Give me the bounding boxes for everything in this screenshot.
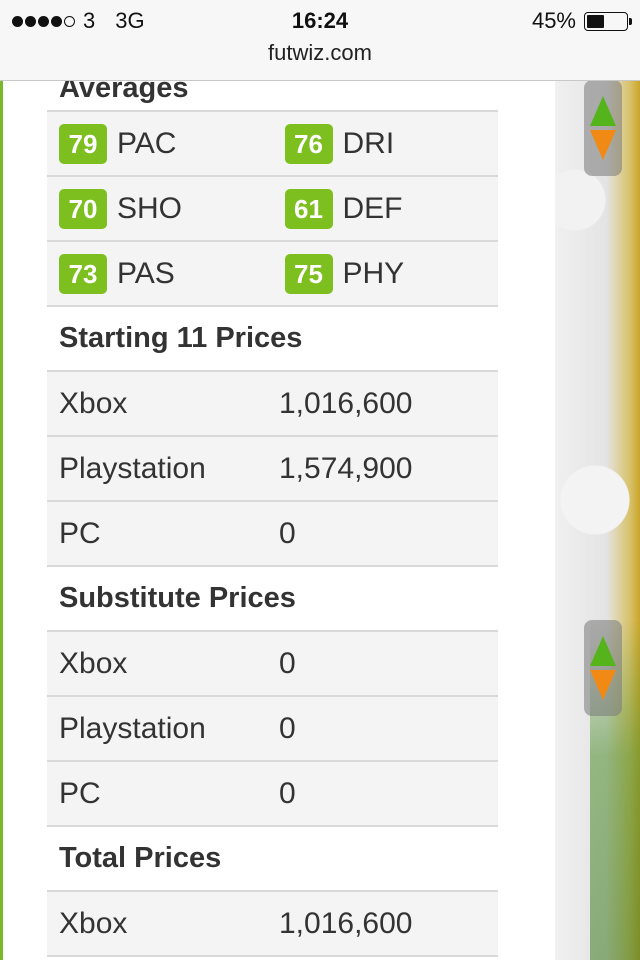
price-row: Xbox 0 [47,632,498,697]
price-value: 0 [279,516,296,550]
averages-row: 73 PAS 75 PHY [47,242,498,307]
left-accent-bar [0,80,3,960]
platform-label: PC [59,776,101,810]
stat-cell: 70 SHO [47,188,273,229]
platform-label: Xbox [59,386,128,420]
platform-label: Xbox [59,646,128,680]
scroll-control-top[interactable] [584,80,622,176]
stat-cell: 75 PHY [273,253,499,294]
url-bar[interactable]: futwiz.com [0,40,640,66]
averages-row: 79 PAC 76 DRI [47,112,498,177]
scroll-control-bottom[interactable] [584,620,622,716]
price-row: Xbox 1,016,600 [47,372,498,437]
stat-label: DRI [342,126,395,160]
price-value: 1,016,600 [279,386,413,420]
starting-prices-heading: Starting 11 Prices [47,307,498,372]
stat-badge: 73 [59,253,107,294]
stat-badge: 61 [284,188,333,229]
price-row: PC 0 [47,762,498,827]
scroll-up-arrow-icon[interactable] [590,96,616,126]
scroll-up-arrow-icon[interactable] [590,636,616,666]
stat-cell: 61 DEF [273,188,499,229]
platform-label: PC [59,516,101,550]
price-row: PC 0 [47,502,498,567]
battery-icon [584,11,632,31]
stat-cell: 73 PAS [47,253,273,294]
stat-label: PAC [117,126,177,160]
price-value: 1,574,900 [279,451,413,485]
substitute-prices-heading: Substitute Prices [47,567,498,632]
scroll-down-arrow-icon[interactable] [590,670,616,700]
battery-percent: 45% [531,8,576,33]
stat-label: PAS [117,256,175,290]
battery-area: 45% [531,8,632,34]
scroll-down-arrow-icon[interactable] [590,130,616,160]
stat-badge: 75 [284,253,333,294]
stat-cell: 76 DRI [273,123,499,164]
stat-label: SHO [117,191,183,225]
stat-cell: 79 PAC [47,123,273,164]
platform-label: Playstation [59,451,206,485]
price-value: 0 [279,776,296,810]
price-row: Playstation 1,574,900 [47,437,498,502]
total-prices-heading: Total Prices [47,827,498,892]
price-value: 0 [279,646,296,680]
stat-label: DEF [342,191,403,225]
price-value: 0 [279,711,296,745]
stat-badge: 70 [59,188,107,229]
price-value: 1,016,600 [279,906,413,940]
stat-badge: 76 [284,123,333,164]
stat-badge: 79 [59,123,107,164]
platform-label: Playstation [59,711,206,745]
stat-label: PHY [342,256,405,290]
status-bar: 3 3G 16:24 45% futwiz.com [0,0,640,81]
platform-label: Xbox [59,906,128,940]
squad-stats-panel: Averages 79 PAC 76 DRI 70 SHO 61 DEF 73 … [47,72,498,957]
background-graphic [555,80,640,960]
price-row: Playstation 0 [47,697,498,762]
price-row: Xbox 1,016,600 [47,892,498,957]
averages-row: 70 SHO 61 DEF [47,177,498,242]
